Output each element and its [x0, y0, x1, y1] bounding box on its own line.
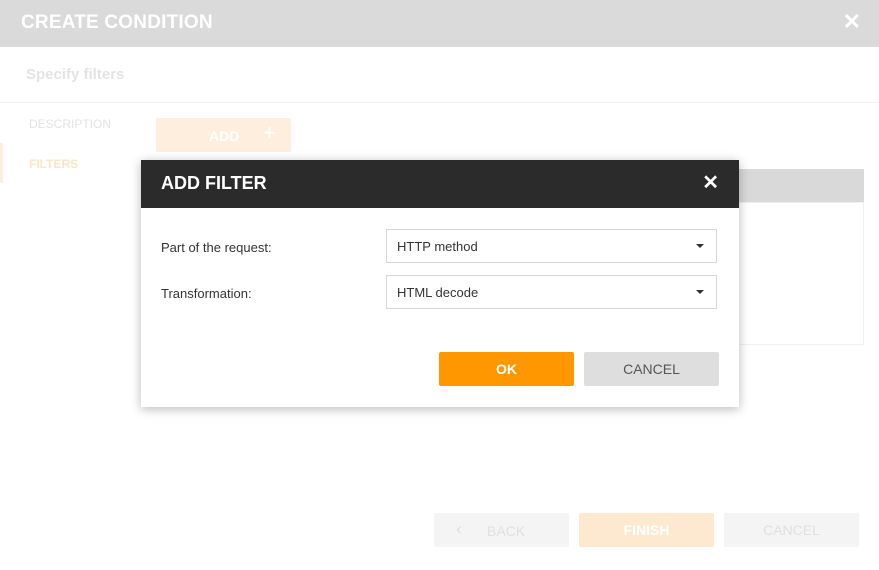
- plus-icon: +: [263, 120, 276, 145]
- step-description[interactable]: DESCRIPTION: [29, 117, 111, 131]
- transformation-label: Transformation:: [161, 286, 252, 301]
- add-filter-dialog: ADD FILTER ✕ Part of the request: HTTP m…: [141, 160, 739, 407]
- close-icon[interactable]: ✕: [702, 173, 719, 193]
- filters-table-header: [738, 169, 864, 202]
- wizard-steps: DESCRIPTION FILTERS: [0, 103, 150, 570]
- caret-down-icon: [696, 244, 704, 248]
- wizard-header: CREATE CONDITION ✕: [0, 0, 879, 47]
- back-button-label: BACK: [487, 523, 526, 539]
- back-button[interactable]: ‹ BACK: [434, 513, 569, 547]
- transformation-value: HTML decode: [397, 285, 479, 300]
- part-of-request-value: HTTP method: [397, 239, 478, 254]
- dialog-title: ADD FILTER: [161, 173, 267, 193]
- wizard-title: CREATE CONDITION: [21, 12, 213, 33]
- wizard-subtitle: Specify filters: [26, 66, 125, 83]
- caret-down-icon: [696, 290, 704, 294]
- filters-table-body: [738, 202, 864, 345]
- part-of-request-select[interactable]: HTTP method: [386, 229, 717, 263]
- wizard-cancel-button[interactable]: CANCEL: [724, 513, 859, 547]
- ok-button[interactable]: OK: [439, 352, 574, 386]
- chevron-left-icon: ‹: [456, 519, 462, 539]
- active-step-marker: [0, 143, 3, 183]
- add-button-label: ADD: [209, 128, 240, 144]
- wizard-close-icon[interactable]: ✕: [843, 11, 861, 33]
- cancel-button[interactable]: CANCEL: [584, 352, 719, 386]
- finish-button[interactable]: FINISH: [579, 513, 714, 547]
- transformation-select[interactable]: HTML decode: [386, 275, 717, 309]
- step-filters[interactable]: FILTERS: [29, 157, 78, 171]
- part-of-request-label: Part of the request:: [161, 240, 272, 255]
- add-filter-button[interactable]: ADD +: [156, 118, 291, 152]
- dialog-header: ADD FILTER ✕: [141, 160, 739, 208]
